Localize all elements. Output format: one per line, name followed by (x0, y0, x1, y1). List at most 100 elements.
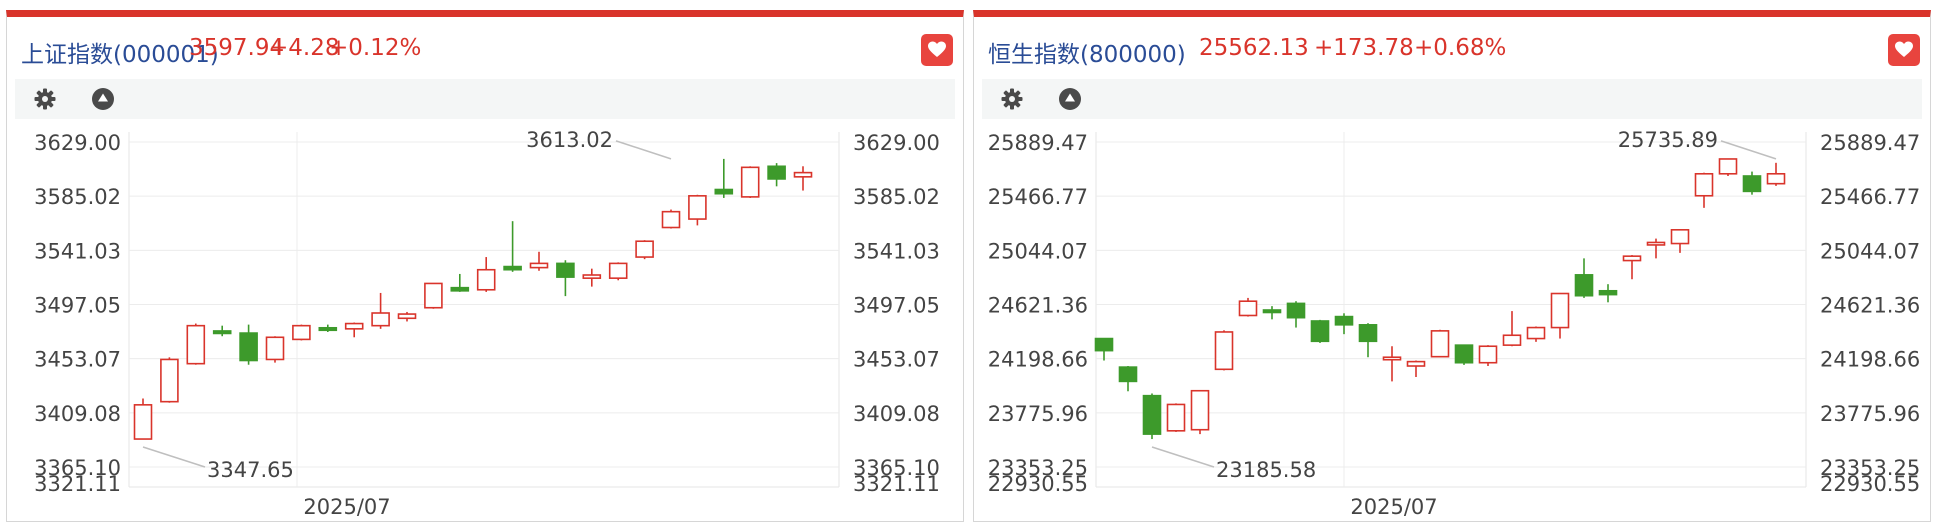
candle[interactable] (1670, 229, 1690, 253)
candle[interactable] (1694, 172, 1714, 208)
candle[interactable] (1454, 344, 1474, 365)
candle[interactable] (344, 322, 364, 338)
candle-body (1382, 356, 1402, 361)
candle-body (1646, 241, 1666, 246)
candle[interactable] (292, 324, 311, 341)
candle[interactable] (556, 260, 575, 297)
candle[interactable] (1430, 329, 1450, 358)
candle[interactable] (1142, 393, 1162, 440)
candle-body (1334, 315, 1354, 326)
candle[interactable] (1622, 255, 1642, 280)
candle[interactable] (1334, 313, 1354, 335)
candle[interactable] (265, 336, 285, 363)
y-tick-label-left: 3585.02 (34, 185, 121, 209)
candle[interactable] (1094, 337, 1114, 361)
candle-body (1766, 172, 1786, 185)
candle[interactable] (1262, 306, 1282, 320)
candle[interactable] (661, 209, 681, 229)
candle[interactable] (1646, 238, 1666, 259)
candle-body (397, 313, 417, 320)
y-tick-label-left: 25889.47 (988, 131, 1088, 155)
candle[interactable] (608, 262, 628, 281)
candle-body (793, 171, 813, 178)
candle[interactable] (688, 194, 707, 226)
candle-body (1718, 158, 1738, 175)
candle-body (344, 322, 364, 330)
candle-body (740, 166, 760, 198)
candle-body (714, 188, 734, 195)
candle[interactable] (371, 292, 390, 329)
candle-body (1166, 403, 1186, 432)
candle[interactable] (1166, 403, 1186, 432)
y-tick-label-right: 24621.36 (1820, 294, 1920, 318)
candle[interactable] (1118, 366, 1138, 392)
candle[interactable] (1478, 345, 1498, 367)
candle-body (1118, 366, 1138, 383)
candle[interactable] (529, 251, 549, 271)
candle[interactable] (239, 324, 258, 365)
annotation-leader (615, 140, 672, 160)
annotation-leader (1151, 446, 1215, 468)
candle[interactable] (1286, 301, 1306, 328)
candle[interactable] (1742, 171, 1762, 195)
candle[interactable] (1310, 319, 1330, 343)
candle[interactable] (767, 163, 786, 187)
candle-body (133, 404, 153, 440)
candle-body (212, 330, 232, 335)
candle[interactable] (476, 257, 496, 292)
candle[interactable] (714, 158, 734, 198)
candle[interactable] (1238, 297, 1258, 317)
candle[interactable] (740, 166, 760, 198)
chart-panel-shanghai: 上证指数(000001) 3597.94 +4.28 +0.12% 3629.0… (6, 10, 964, 522)
candle[interactable] (635, 240, 654, 260)
y-tick-label-right: 24198.66 (1820, 348, 1920, 372)
candle-body (265, 336, 285, 361)
candle-body (239, 332, 258, 362)
candle[interactable] (503, 221, 522, 272)
y-tick-label-right: 22930.55 (1820, 472, 1920, 496)
candle-body (371, 312, 390, 327)
candle[interactable] (133, 398, 153, 440)
candle-body (1574, 274, 1594, 297)
low-annotation: 23185.58 (1151, 446, 1316, 482)
candlestick-chart[interactable]: 25889.47 25889.47 25466.77 25466.77 25044.07… (974, 17, 1930, 522)
candle[interactable] (1382, 346, 1402, 382)
candle[interactable] (793, 166, 813, 191)
candle[interactable] (186, 323, 206, 365)
candle-body (1670, 229, 1690, 245)
candle-body (1238, 300, 1258, 317)
candle[interactable] (1190, 389, 1210, 435)
candle[interactable] (1598, 284, 1618, 303)
y-tick-label-right: 25044.07 (1820, 239, 1920, 263)
candle[interactable] (424, 282, 443, 309)
candle[interactable] (1550, 292, 1570, 339)
candle[interactable] (1718, 158, 1738, 176)
candle-body (450, 286, 470, 292)
candle[interactable] (318, 324, 338, 333)
candle[interactable] (1502, 311, 1522, 347)
candle-body (186, 324, 206, 365)
candlestick-chart[interactable]: 3629.00 3629.00 3585.02 3585.02 3541.03 3541.… (7, 17, 963, 522)
candle[interactable] (1574, 258, 1594, 298)
candle-body (1214, 331, 1234, 371)
candle[interactable] (160, 357, 179, 403)
candle-body (1358, 324, 1378, 343)
annotation-leader (142, 446, 206, 468)
y-tick-label-left: 24621.36 (988, 294, 1088, 318)
y-tick-label-right: 3497.05 (853, 294, 940, 318)
candle[interactable] (1766, 162, 1786, 186)
candle[interactable] (450, 273, 470, 292)
candle[interactable] (1358, 323, 1378, 358)
candle-body (1694, 172, 1714, 197)
candle[interactable] (1406, 360, 1426, 377)
candle-body (1598, 289, 1618, 296)
candle-body (1190, 389, 1210, 431)
candle[interactable] (397, 311, 417, 322)
candle[interactable] (212, 325, 232, 337)
candle[interactable] (582, 268, 602, 287)
y-tick-label-left: 23775.96 (988, 402, 1088, 426)
annotation-label: 23185.58 (1216, 458, 1316, 482)
candle-body (1550, 292, 1570, 329)
candle[interactable] (1214, 330, 1234, 371)
candle[interactable] (1526, 326, 1546, 342)
